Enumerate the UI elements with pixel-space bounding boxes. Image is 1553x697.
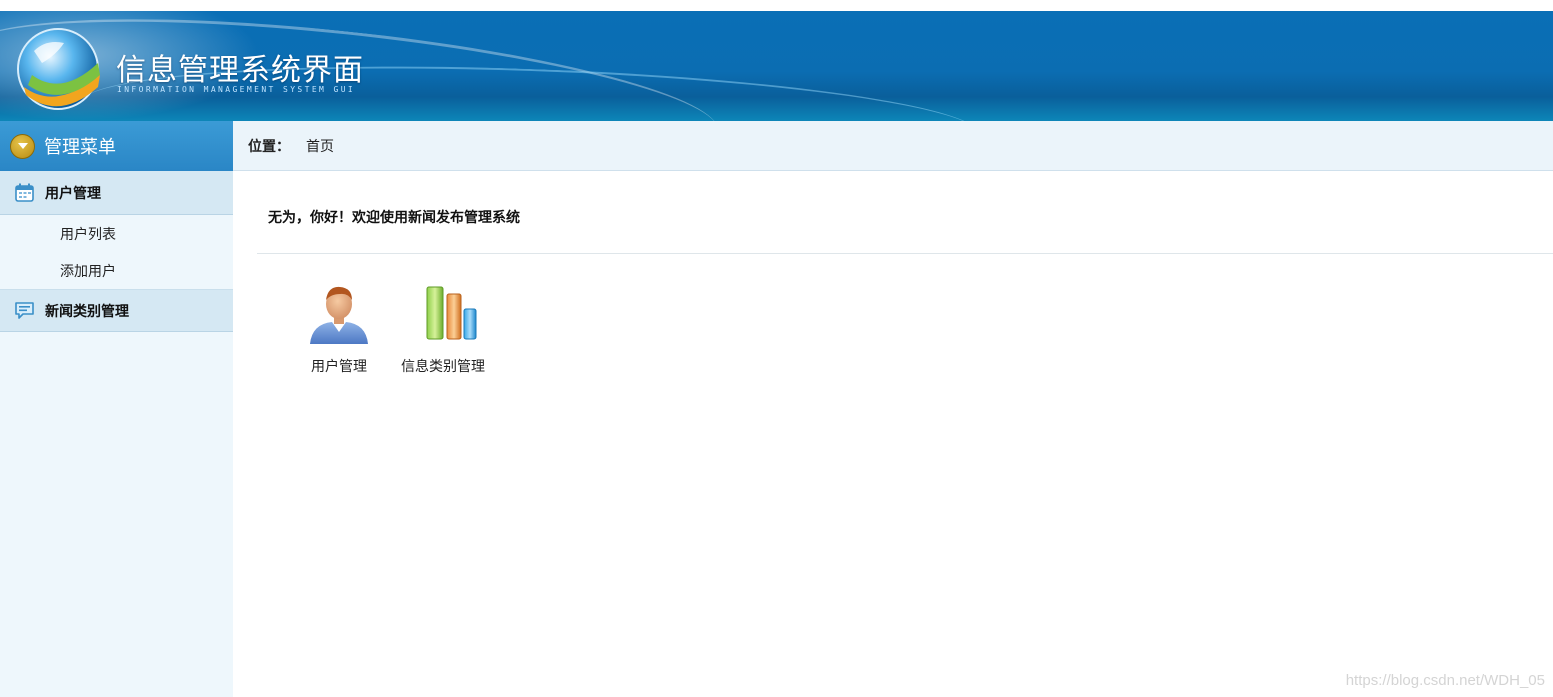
tile-info-category-management[interactable]: 信息类别管理	[401, 282, 485, 376]
calendar-icon	[14, 182, 35, 203]
breadcrumb-label: 位置：	[248, 138, 290, 155]
sidebar-item-user-list[interactable]: 用户列表	[0, 215, 233, 252]
welcome-message: 无为，你好！欢迎使用新闻发布管理系统	[268, 210, 520, 226]
sidebar-group-label: 新闻类别管理	[45, 303, 129, 320]
sidebar-group-news-category[interactable]: 新闻类别管理	[0, 289, 233, 332]
tile-label: 用户管理	[311, 359, 367, 375]
breadcrumb: 位置： 首页	[233, 121, 1553, 171]
chevron-down-icon[interactable]	[10, 133, 35, 159]
app-subtitle: INFORMATION MANAGEMENT SYSTEM GUI	[117, 85, 356, 94]
top-strip	[0, 0, 1553, 11]
tile-label: 信息类别管理	[401, 359, 485, 375]
bar-chart-icon	[408, 282, 478, 348]
watermark: https://blog.csdn.net/WDH_05	[1345, 672, 1545, 689]
divider	[257, 253, 1553, 254]
sidebar-heading-label: 管理菜单	[44, 137, 116, 158]
tile-user-management[interactable]: 用户管理	[304, 282, 374, 376]
globe-logo-icon	[12, 25, 104, 117]
breadcrumb-current[interactable]: 首页	[306, 136, 334, 156]
sidebar-heading: 管理菜单	[0, 121, 233, 171]
message-icon	[14, 300, 35, 321]
sidebar-group-user-management[interactable]: 用户管理	[0, 171, 233, 215]
app-title: 信息管理系统界面	[116, 53, 364, 88]
sidebar-item-add-user[interactable]: 添加用户	[0, 252, 233, 289]
app-header: 信息管理系统界面 INFORMATION MANAGEMENT SYSTEM G…	[0, 11, 1553, 121]
sidebar: 管理菜单 用户管理 用户列表 添加用户 新闻类别管理	[0, 121, 233, 697]
user-icon	[304, 282, 374, 348]
sidebar-group-label: 用户管理	[45, 185, 101, 202]
